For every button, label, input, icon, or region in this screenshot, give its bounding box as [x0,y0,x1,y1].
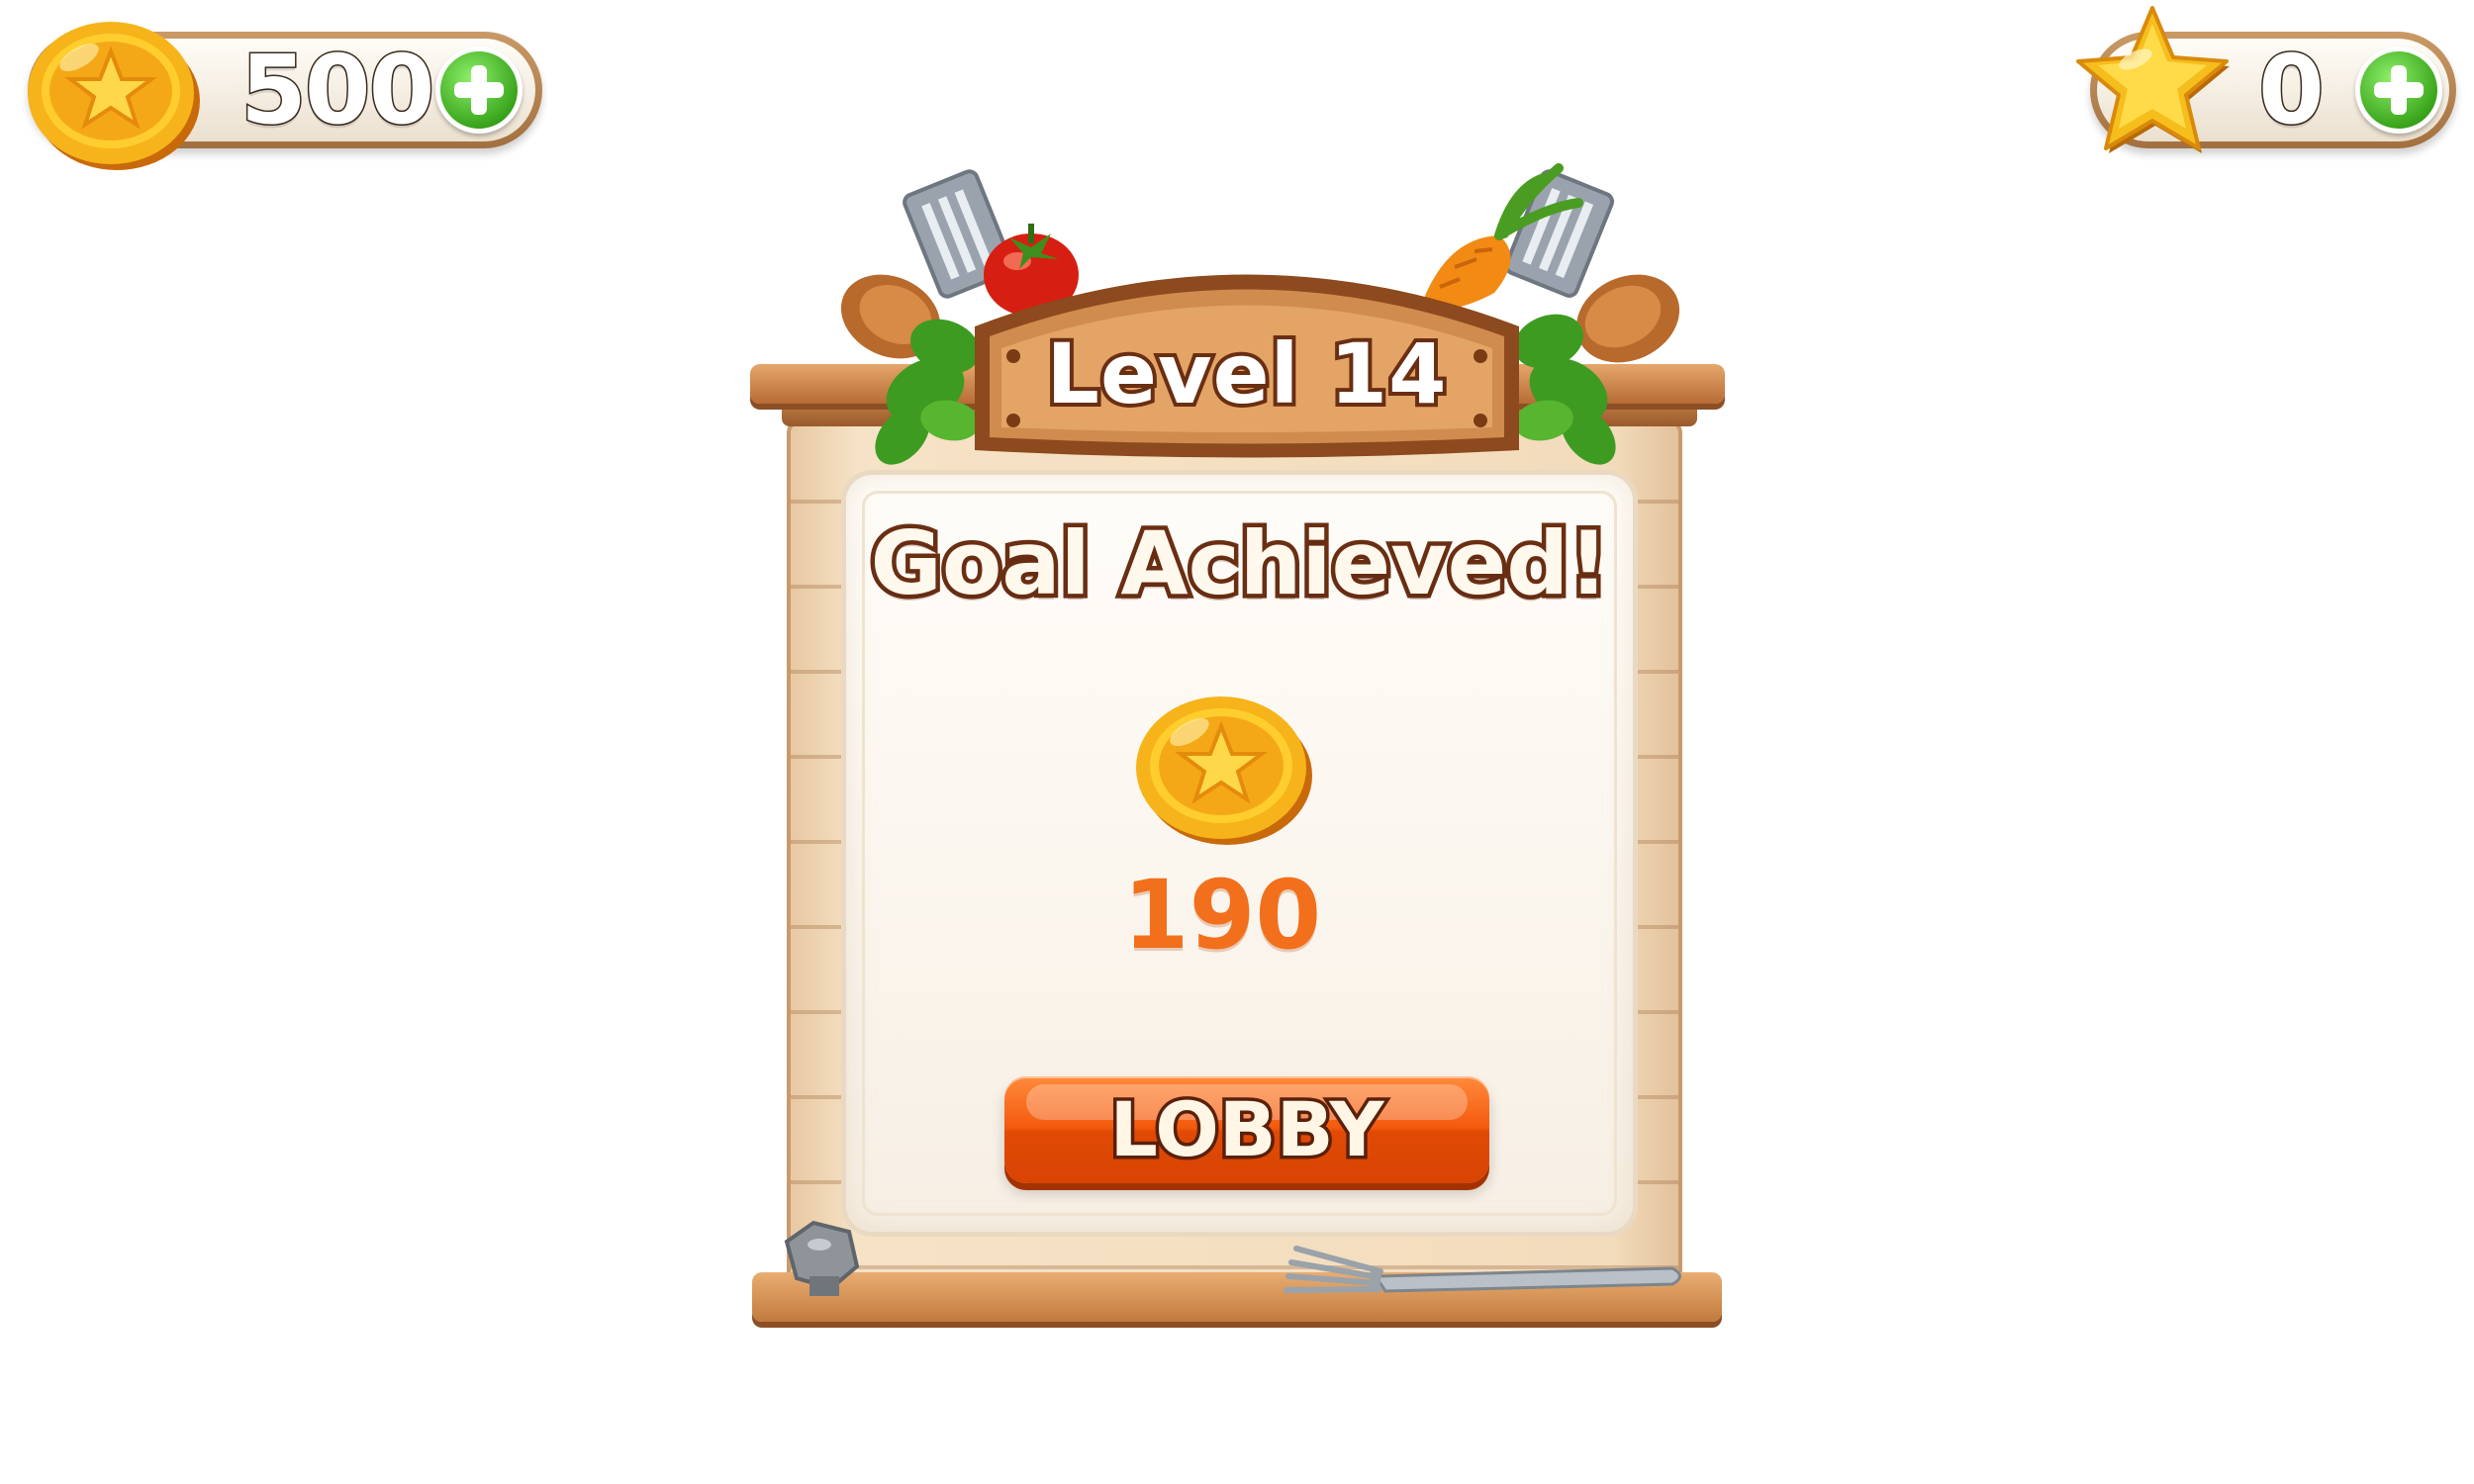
reward-amount: 190 [1122,860,1322,971]
fork-icon [1284,1246,1681,1293]
lobby-button-label: LOBBY [1106,1082,1387,1177]
level-title: Level 14 [1042,322,1450,426]
coin-icon [1136,696,1312,845]
level-complete-screen: 500 0 Level 14 Goal Achieved! 190 LOBBY [0,0,2474,1484]
bolt-icon [784,1220,860,1296]
lobby-button[interactable]: LOBBY [1004,1076,1489,1183]
goal-achieved-heading: Goal Achieved! [866,509,1613,619]
